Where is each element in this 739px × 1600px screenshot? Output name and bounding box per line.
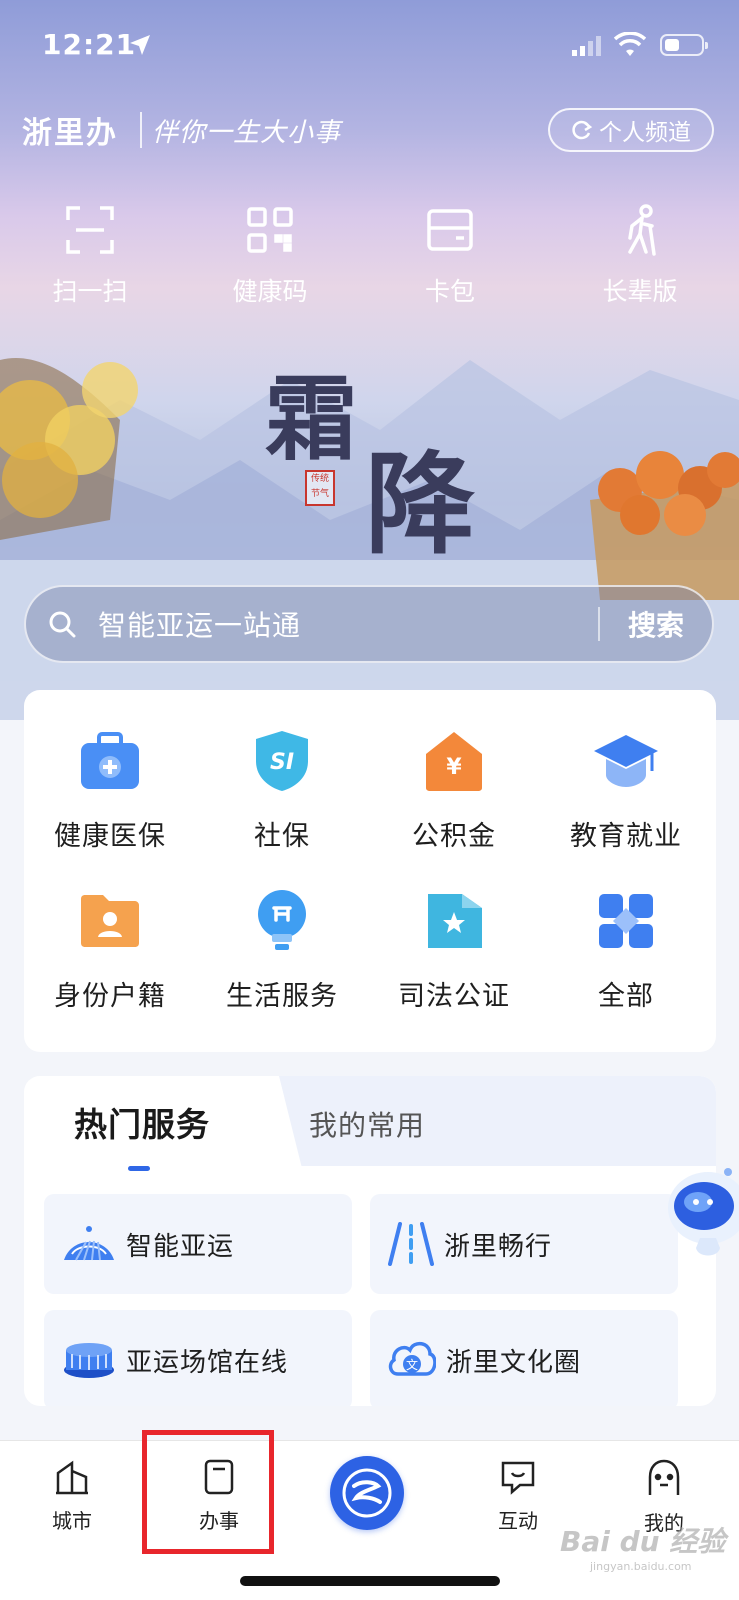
- service-justice[interactable]: 司法公证: [368, 886, 540, 1013]
- quick-action-label: 扫一扫: [52, 277, 128, 306]
- service-identity[interactable]: 身份户籍: [24, 886, 196, 1013]
- quick-action-card-wallet[interactable]: 卡包: [390, 200, 510, 308]
- graduation-cap-icon: [594, 735, 658, 787]
- nav-item-interaction[interactable]: 互动: [478, 1459, 558, 1534]
- lightbulb-icon: [258, 890, 306, 950]
- search-button[interactable]: 搜索: [600, 604, 712, 644]
- hot-item-label: 浙里文化圈: [446, 1347, 582, 1378]
- signal-icon: [572, 36, 601, 56]
- home-indicator[interactable]: [240, 1576, 500, 1586]
- qrcode-icon: [247, 207, 293, 253]
- service-label: 社保: [254, 821, 310, 852]
- title-divider: [140, 112, 142, 148]
- nav-label: 互动: [498, 1509, 538, 1533]
- zheliban-logo-icon: [342, 1468, 392, 1518]
- city-icon: [56, 1460, 88, 1495]
- elder-icon: [628, 204, 656, 256]
- service-label: 公积金: [412, 821, 496, 852]
- seal-text-2: 节气: [310, 489, 329, 499]
- service-all[interactable]: 全部: [540, 886, 712, 1013]
- robot-assistant-icon[interactable]: [658, 1158, 739, 1268]
- id-folder-icon: [81, 895, 139, 947]
- search-bar[interactable]: 智能亚运一站通 搜索: [24, 585, 714, 663]
- festival-char-1: 霜: [265, 365, 358, 473]
- wifi-icon: [614, 32, 646, 56]
- stadium-icon: [64, 1343, 114, 1378]
- card-wallet-icon: [427, 209, 473, 251]
- tab-active-indicator: [128, 1166, 150, 1171]
- quick-action-scan[interactable]: 扫一扫: [30, 200, 150, 308]
- services-grid: 健康医保 SI 社保 ¥ 公积金 教育就业 身份户籍 生活服务 司法公证 全部: [24, 690, 716, 1052]
- refresh-icon: [572, 120, 593, 140]
- quick-action-label: 长辈版: [602, 277, 678, 306]
- watermark-subtext: jingyan.baidu.com: [590, 1560, 692, 1573]
- housing-fund-icon: ¥: [426, 732, 482, 791]
- watermark-text: Bai du 经验: [560, 1525, 726, 1558]
- app-slogan: 伴你一生大小事: [152, 118, 342, 148]
- status-time: 12:21: [42, 28, 137, 61]
- svg-text:文: 文: [406, 1357, 418, 1372]
- justice-icon: [428, 894, 482, 948]
- hot-item-travel[interactable]: 浙里畅行: [370, 1194, 678, 1294]
- profile-icon: [648, 1459, 680, 1495]
- quick-action-health-code[interactable]: 健康码: [210, 200, 330, 308]
- social-security-shield-icon: SI: [256, 731, 308, 791]
- service-health-insurance[interactable]: 健康医保: [24, 726, 196, 853]
- nav-item-city[interactable]: 城市: [32, 1459, 112, 1534]
- highlight-annotation-box: [142, 1430, 274, 1554]
- service-label: 健康医保: [54, 821, 166, 852]
- service-social-security[interactable]: SI 社保: [196, 726, 368, 853]
- hot-item-label: 智能亚运: [126, 1231, 235, 1262]
- asian-games-icon: [64, 1226, 114, 1261]
- seal-text-1: 传统: [310, 474, 329, 484]
- personal-channel-label: 个人频道: [599, 120, 691, 146]
- hot-item-label: 浙里畅行: [444, 1231, 553, 1262]
- festival-char-2: 降: [365, 440, 475, 569]
- hot-services-card: 热门服务 我的常用 智能亚运 浙里畅行 亚运场馆在线 文 浙里文化圈: [24, 1076, 716, 1406]
- chat-icon: [501, 1461, 535, 1495]
- road-icon: [388, 1222, 434, 1266]
- app-title: 浙里办: [22, 116, 118, 151]
- grid-all-icon: [599, 894, 653, 948]
- search-icon: [49, 611, 76, 638]
- personal-channel-button[interactable]: 个人频道: [548, 108, 714, 152]
- location-arrow-icon: [130, 35, 150, 55]
- festival-seal: 传统 节气: [305, 470, 335, 506]
- status-bar: 12:21: [0, 0, 739, 90]
- service-housing-fund[interactable]: ¥ 公积金: [368, 726, 540, 853]
- svg-text:SI: SI: [270, 750, 294, 775]
- culture-icon: 文: [388, 1341, 436, 1376]
- service-education[interactable]: 教育就业: [540, 726, 712, 853]
- nav-label: 城市: [52, 1509, 92, 1533]
- medical-kit-icon: [81, 732, 139, 789]
- festival-calligraphy: 霜 降 传统 节气: [265, 345, 505, 569]
- service-life[interactable]: 生活服务: [196, 886, 368, 1013]
- service-label: 生活服务: [226, 981, 338, 1012]
- nav-item-home-logo[interactable]: [330, 1456, 404, 1530]
- scan-icon: [66, 206, 114, 254]
- hot-item-culture[interactable]: 文 浙里文化圈: [370, 1310, 678, 1406]
- hero-banner: 12:21 浙里办 伴你一生大小事 个人频道 扫一扫 健康码 卡包 长辈版 霜 …: [0, 0, 739, 720]
- tab-hot-services[interactable]: 热门服务: [74, 1098, 210, 1146]
- hot-item-smart-asian-games[interactable]: 智能亚运: [44, 1194, 352, 1294]
- quick-action-label: 健康码: [232, 277, 308, 306]
- service-label: 教育就业: [570, 821, 682, 852]
- search-input[interactable]: 智能亚运一站通: [98, 604, 598, 644]
- quick-action-label: 卡包: [424, 277, 475, 306]
- quick-action-elder-mode[interactable]: 长辈版: [580, 200, 700, 308]
- service-label: 司法公证: [398, 981, 510, 1012]
- service-label: 全部: [598, 981, 654, 1012]
- service-label: 身份户籍: [54, 981, 166, 1012]
- tab-my-frequent[interactable]: 我的常用: [309, 1104, 425, 1144]
- svg-text:¥: ¥: [446, 755, 462, 780]
- hot-item-stadium-online[interactable]: 亚运场馆在线: [44, 1310, 352, 1406]
- hot-item-label: 亚运场馆在线: [126, 1347, 289, 1378]
- battery-icon: [660, 34, 708, 56]
